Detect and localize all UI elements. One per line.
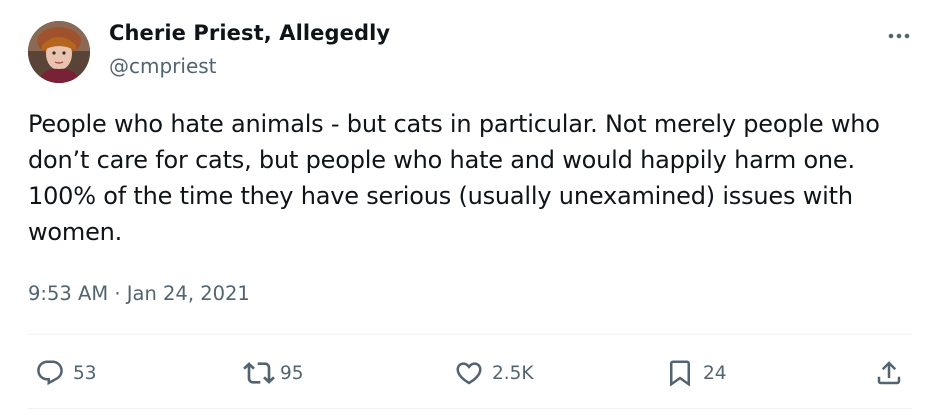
share-button[interactable]: [872, 354, 906, 392]
reply-bubble-icon: [37, 360, 63, 386]
retweet-button[interactable]: 95: [242, 354, 304, 392]
bookmark-icon: [670, 360, 690, 387]
retweet-count: 95: [280, 362, 304, 384]
tweet-timestamp[interactable]: 9:53 AM · Jan 24, 2021: [28, 282, 250, 305]
share-upload-icon: [877, 361, 901, 385]
reply-count: 53: [73, 362, 97, 384]
reply-button[interactable]: 53: [33, 354, 97, 392]
bookmark-count: 24: [703, 362, 727, 384]
avatar[interactable]: [28, 21, 90, 83]
avatar-image: [28, 21, 90, 83]
retweet-icon: [243, 362, 275, 384]
like-count: 2.5K: [492, 362, 534, 384]
tweet-card: Cherie Priest, Allegedly @cmpriest Peopl…: [0, 0, 936, 415]
divider-top: [28, 334, 912, 335]
heart-icon: [456, 362, 482, 385]
bookmark-button[interactable]: 24: [663, 354, 727, 392]
divider-bottom: [28, 408, 912, 409]
more-options-button[interactable]: [884, 24, 914, 48]
author-handle[interactable]: @cmpriest: [109, 54, 217, 78]
tweet-text: People who hate animals - but cats in pa…: [28, 110, 880, 246]
like-button[interactable]: 2.5K: [452, 354, 534, 392]
author-display-name[interactable]: Cherie Priest, Allegedly: [109, 21, 390, 45]
more-horizontal-icon: [888, 33, 910, 39]
